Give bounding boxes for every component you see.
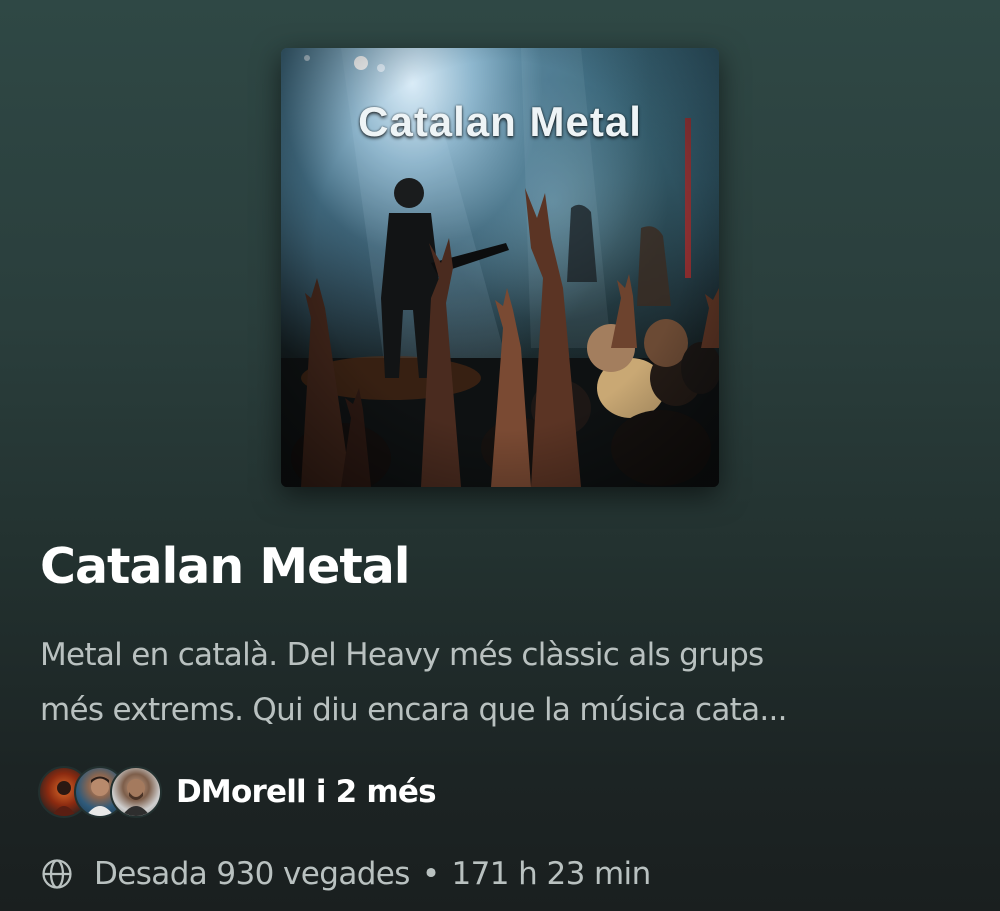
owner-avatars[interactable] (38, 766, 162, 818)
playlist-stats: Desada 930 vegades • 171 h 23 min (40, 848, 651, 900)
description-line-1: Metal en català. Del Heavy més clàssic a… (40, 637, 764, 673)
avatar[interactable] (110, 766, 162, 818)
saves-count: Desada 930 vegades (94, 856, 410, 892)
total-duration: 171 h 23 min (451, 856, 652, 892)
playlist-cover-image[interactable]: Catalan Metal (281, 48, 719, 487)
playlist-description[interactable]: Metal en català. Del Heavy més clàssic a… (40, 628, 970, 738)
separator-dot: • (421, 856, 440, 892)
owner-row[interactable]: DMorell i 2 més (38, 765, 437, 819)
cover-title-text: Catalan Metal (358, 98, 642, 145)
playlist-title: Catalan Metal (40, 538, 411, 595)
owner-name-link[interactable]: DMorell i 2 més (176, 774, 437, 810)
globe-icon (42, 859, 72, 889)
description-line-2: més extrems. Qui diu encara que la músic… (40, 692, 788, 728)
